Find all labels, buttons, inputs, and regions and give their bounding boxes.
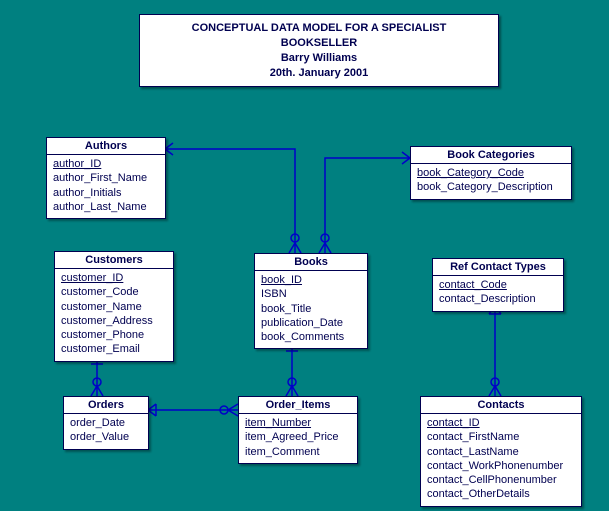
entity-attr: order_Value [70,430,142,444]
entity-attr: contact_FirstName [427,430,575,444]
entity-books: Books book_IDISBNbook_Titlepublication_D… [254,253,368,349]
entity-title-authors: Authors [47,138,165,155]
entity-attr: author_ID [53,157,159,171]
entity-attr: author_Last_Name [53,200,159,214]
entity-attr: contact_WorkPhonenumber [427,459,575,473]
entity-attr: author_Initials [53,186,159,200]
entity-title-book-categories: Book Categories [411,147,571,164]
entity-attr: book_ID [261,273,361,287]
entity-attr: contact_Description [439,292,557,306]
entity-body-authors: author_IDauthor_First_Nameauthor_Initial… [47,155,165,218]
rel-books-orderitems [286,343,298,396]
entity-body-contacts: contact_IDcontact_FirstNamecontact_LastN… [421,414,581,506]
entity-body-customers: customer_IDcustomer_Codecustomer_Namecus… [55,269,173,361]
entity-attr: ISBN [261,287,361,301]
entity-attr: contact_ID [427,416,575,430]
entity-attr: contact_OtherDetails [427,487,575,501]
entity-attr: customer_Name [61,300,167,314]
entity-body-orders: order_Dateorder_Value [64,414,148,449]
title-box: CONCEPTUAL DATA MODEL FOR A SPECIALIST B… [139,14,499,87]
entity-order-items: Order_Items item_Numberitem_Agreed_Price… [238,396,358,464]
entity-attr: item_Number [245,416,351,430]
entity-body-book-categories: book_Category_Codebook_Category_Descript… [411,164,571,199]
entity-attr: item_Comment [245,445,351,459]
entity-attr: customer_ID [61,271,167,285]
entity-contacts: Contacts contact_IDcontact_FirstNamecont… [420,396,582,507]
entity-attr: author_First_Name [53,171,159,185]
rel-authors-books [165,143,301,253]
entity-title-customers: Customers [55,252,173,269]
entity-attr: contact_CellPhonenumber [427,473,575,487]
entity-attr: customer_Email [61,342,167,356]
entity-title-orders: Orders [64,397,148,414]
entity-attr: customer_Address [61,314,167,328]
entity-attr: book_Category_Description [417,180,565,194]
entity-title-contacts: Contacts [421,397,581,414]
rel-orders-orderitems [148,404,238,416]
entity-title-ref-contact-types: Ref Contact Types [433,259,563,276]
entity-attr: contact_Code [439,278,557,292]
rel-customers-orders [91,357,103,396]
title-line3: 20th. January 2001 [154,66,484,81]
rel-refcontacttypes-contacts [489,306,501,396]
diagram-canvas: CONCEPTUAL DATA MODEL FOR A SPECIALIST B… [0,0,609,511]
entity-orders: Orders order_Dateorder_Value [63,396,149,450]
entity-authors: Authors author_IDauthor_First_Nameauthor… [46,137,166,219]
entity-body-books: book_IDISBNbook_Titlepublication_Dateboo… [255,271,367,348]
entity-title-books: Books [255,254,367,271]
title-line2: Barry Williams [154,51,484,66]
entity-attr: order_Date [70,416,142,430]
entity-body-ref-contact-types: contact_Codecontact_Description [433,276,563,311]
entity-book-categories: Book Categories book_Category_Codebook_C… [410,146,572,200]
entity-title-order-items: Order_Items [239,397,357,414]
entity-attr: customer_Phone [61,328,167,342]
entity-attr: customer_Code [61,285,167,299]
entity-ref-contact-types: Ref Contact Types contact_Codecontact_De… [432,258,564,312]
entity-attr: book_Comments [261,330,361,344]
title-line1: CONCEPTUAL DATA MODEL FOR A SPECIALIST B… [154,21,484,51]
entity-body-order-items: item_Numberitem_Agreed_Priceitem_Comment [239,414,357,463]
entity-attr: book_Category_Code [417,166,565,180]
entity-attr: publication_Date [261,316,361,330]
entity-attr: contact_LastName [427,445,575,459]
entity-customers: Customers customer_IDcustomer_Codecustom… [54,251,174,362]
entity-attr: book_Title [261,302,361,316]
rel-bookcategories-books [319,152,410,253]
entity-attr: item_Agreed_Price [245,430,351,444]
